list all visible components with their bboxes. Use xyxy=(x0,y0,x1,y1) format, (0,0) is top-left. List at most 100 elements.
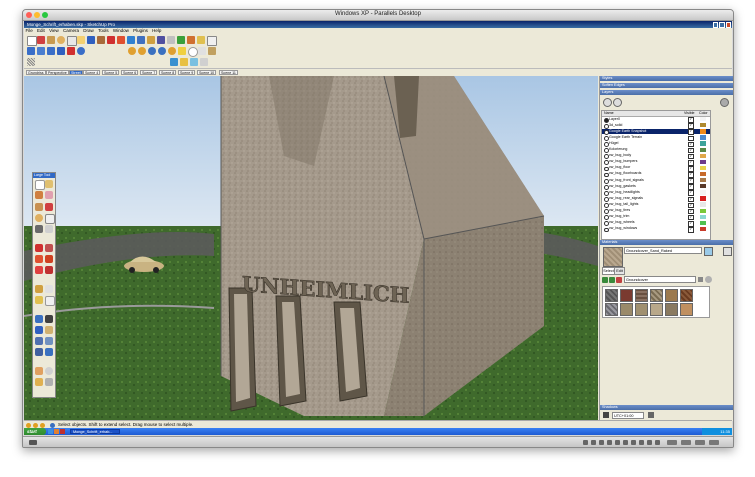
usb-icon[interactable] xyxy=(607,440,612,445)
layer-name[interactable]: Google Earth Snapshot xyxy=(609,129,646,135)
follow-me-icon[interactable] xyxy=(127,36,135,44)
home-icon[interactable] xyxy=(616,277,622,283)
styles-panel-header[interactable]: Styles xyxy=(600,76,733,81)
vm-config-icon[interactable] xyxy=(29,440,37,445)
tab-scene-perspective[interactable]: Perspective xyxy=(46,70,69,75)
previous-large-icon[interactable] xyxy=(45,348,53,356)
layer-color-swatch[interactable] xyxy=(700,135,706,140)
forward-arrow-icon[interactable] xyxy=(609,277,615,283)
layer-row[interactable]: vw_bug_tail_lights ✓ xyxy=(602,202,710,209)
layer-color-swatch[interactable] xyxy=(700,159,706,165)
material-swatch[interactable] xyxy=(635,303,648,316)
material-swatch[interactable] xyxy=(665,289,678,302)
tab-scene-6[interactable]: Scene 6 xyxy=(121,70,139,75)
left-view-icon[interactable] xyxy=(178,47,186,55)
layer-color-swatch[interactable] xyxy=(700,178,706,183)
layer-name[interactable]: 3d_solid xyxy=(609,123,622,129)
window-mode-icon[interactable] xyxy=(695,440,705,445)
line-tool-icon[interactable] xyxy=(37,36,45,44)
walk-large-icon[interactable] xyxy=(35,378,43,386)
shadow-settings-icon[interactable] xyxy=(170,58,178,66)
tab-scene-5[interactable]: Scene 5 xyxy=(102,70,120,75)
layer-name[interactable]: vw_bug_floorboards xyxy=(609,171,641,177)
layer-row[interactable]: vw_bug_body ✓ xyxy=(602,153,710,160)
layer-name[interactable]: vw_bug_wheels xyxy=(609,220,635,226)
zoom-extents-large-icon[interactable] xyxy=(35,348,43,356)
tape-large-icon[interactable] xyxy=(35,285,43,293)
share-model-icon[interactable] xyxy=(37,47,45,55)
menu-window[interactable]: Window xyxy=(113,28,129,33)
google-earth-icon[interactable] xyxy=(77,47,85,55)
material-swatch[interactable] xyxy=(605,289,618,302)
offset-large-icon[interactable] xyxy=(45,266,53,274)
shadow-details-icon[interactable] xyxy=(648,412,654,418)
keyboard-icon[interactable] xyxy=(647,440,652,445)
section-cuts-icon[interactable] xyxy=(190,58,198,66)
minimize-icon[interactable] xyxy=(713,21,719,28)
layer-color-swatch[interactable] xyxy=(700,184,706,189)
drawing-viewport[interactable]: UNHEIMLICH Large Tool Set xyxy=(24,76,598,420)
layer-color-swatch[interactable] xyxy=(700,141,706,146)
menu-help[interactable]: Help xyxy=(152,28,161,33)
layer-name[interactable]: Layer0 xyxy=(609,117,620,123)
shared-folders-icon[interactable] xyxy=(639,440,644,445)
dimension-large-icon[interactable] xyxy=(45,285,53,293)
menu-draw[interactable]: Draw xyxy=(83,28,94,33)
pan-tool-icon[interactable] xyxy=(147,36,155,44)
wireframe-icon[interactable] xyxy=(198,47,206,55)
material-swatch[interactable] xyxy=(605,303,618,316)
pan-large-icon[interactable] xyxy=(45,326,53,334)
arc-large-icon[interactable] xyxy=(45,214,55,224)
text-large-icon[interactable] xyxy=(45,296,55,306)
chevron-down-icon[interactable] xyxy=(698,277,703,282)
line-large-icon[interactable] xyxy=(45,203,53,211)
coherence-icon[interactable] xyxy=(667,440,677,445)
soften-edges-panel-header[interactable]: Soften Edges xyxy=(600,83,733,88)
camera-icon[interactable] xyxy=(631,440,636,445)
delete-layer-icon[interactable] xyxy=(613,98,622,107)
layer-row[interactable]: Google Earth Terrain xyxy=(602,135,710,142)
start-button[interactable]: start xyxy=(24,428,46,435)
layer-row[interactable]: vw_bug_gaskets ✓ xyxy=(602,184,710,190)
close-icon[interactable] xyxy=(725,21,731,28)
menu-edit[interactable]: Edit xyxy=(37,28,45,33)
layer-name[interactable]: Hügel xyxy=(609,141,618,147)
xray-icon[interactable] xyxy=(188,47,198,57)
axes-large-icon[interactable] xyxy=(35,315,43,323)
push-pull-icon[interactable] xyxy=(97,36,105,44)
layer-row[interactable]: vw_bug_windows ✓ xyxy=(602,226,710,233)
rotate-large-icon[interactable] xyxy=(35,255,43,263)
create-material-icon[interactable] xyxy=(704,247,713,256)
layer-row[interactable]: Google Earth Snapshot ✓ xyxy=(602,128,710,136)
share-component-icon[interactable] xyxy=(47,47,55,55)
layer-row[interactable]: vw_bug_wheels ✓ xyxy=(602,220,710,227)
layer-color-swatch[interactable] xyxy=(700,129,706,134)
layer-row[interactable]: vw_bug_headlights ✓ xyxy=(602,190,710,197)
paint-bucket-icon[interactable] xyxy=(87,36,95,44)
printer-icon[interactable] xyxy=(615,440,620,445)
layer-color-swatch[interactable] xyxy=(700,202,706,207)
material-swatch[interactable] xyxy=(680,289,693,302)
fullscreen-icon[interactable] xyxy=(681,440,691,445)
zoom-large-icon[interactable] xyxy=(35,337,43,345)
timezone-dropdown[interactable]: UTC+01:00 xyxy=(612,412,644,419)
menu-plugins[interactable]: Plugins xyxy=(133,28,148,33)
component-icon[interactable] xyxy=(207,36,217,46)
hdd-icon[interactable] xyxy=(591,440,596,445)
select-tool-icon[interactable] xyxy=(27,36,37,46)
orbit-large-icon[interactable] xyxy=(35,326,43,334)
layer-name[interactable]: vw_bug_headlights xyxy=(609,190,640,196)
eraser-tool-icon[interactable] xyxy=(77,36,85,44)
back-arrow-icon[interactable] xyxy=(602,277,608,283)
user-icon[interactable] xyxy=(40,422,45,428)
material-swatch[interactable] xyxy=(650,303,663,316)
layer-name[interactable]: vw_bug_floor xyxy=(609,165,630,171)
name-column-header[interactable]: Name xyxy=(604,111,614,116)
3dtext-large-icon[interactable] xyxy=(45,315,53,323)
zoom-extents-icon[interactable] xyxy=(167,36,175,44)
make-component-icon[interactable] xyxy=(45,180,53,188)
layer-row[interactable]: Layer0 ✓ xyxy=(602,117,710,123)
fog-icon[interactable] xyxy=(180,58,188,66)
layer-name[interactable]: vw_bug_tires xyxy=(609,208,630,214)
menu-tools[interactable]: Tools xyxy=(98,28,109,33)
